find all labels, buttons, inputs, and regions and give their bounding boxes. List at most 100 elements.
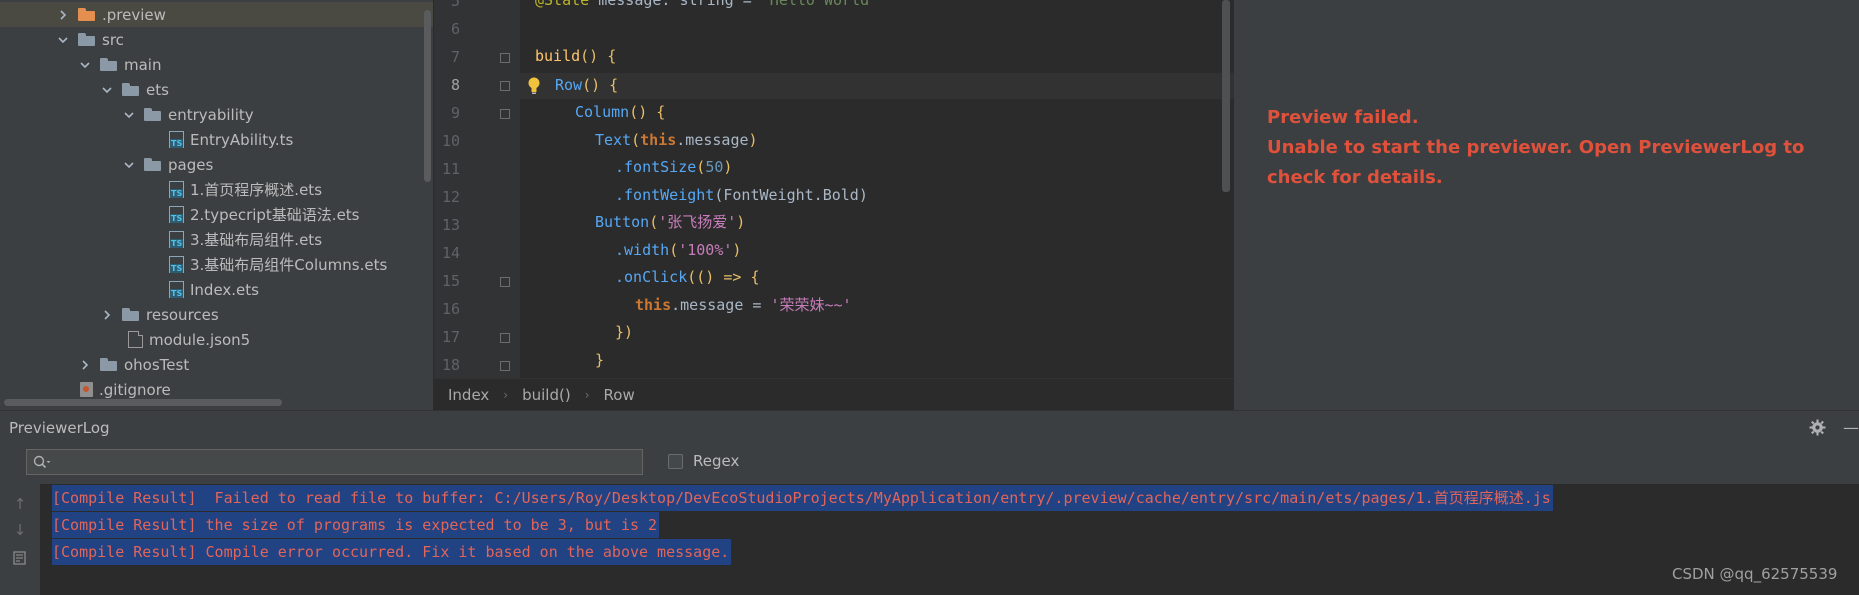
tree-item-entryability-ts[interactable]: TS EntryAbility.ts — [0, 127, 433, 152]
chevron-down-icon[interactable] — [122, 158, 136, 172]
code-token: .message — [676, 131, 749, 149]
code-token: (FontWeight.Bold) — [714, 186, 868, 204]
tree-item-preview[interactable]: .preview — [0, 2, 433, 27]
fold-marker-icon[interactable] — [500, 277, 510, 287]
code-line-13: Button('张飞扬爱') — [595, 210, 745, 235]
lightbulb-icon[interactable] — [527, 77, 541, 95]
tree-item-label: EntryAbility.ts — [190, 130, 294, 149]
log-line[interactable]: [Compile Result] the size of programs is… — [52, 512, 660, 538]
code-editor[interactable]: 5 6 7 8 9 10 11 12 13 14 15 16 17 18 @St… — [434, 0, 1234, 378]
code-line-16: this.message = '荣荣妹~~' — [635, 293, 852, 318]
folder-icon — [122, 83, 139, 96]
code-token: 'Hello World' — [760, 0, 879, 9]
tree-item-label: ohosTest — [124, 355, 190, 374]
minimize-icon[interactable]: — — [1843, 419, 1859, 436]
tree-item-label: 2.typecript基础语法.ets — [190, 206, 360, 224]
tree-item-resources[interactable]: resources — [0, 302, 433, 327]
log-output[interactable]: [Compile Result] Failed to read file to … — [40, 484, 1859, 595]
tree-item-label: module.json5 — [149, 330, 251, 349]
chevron-down-icon[interactable] — [100, 83, 114, 97]
tree-item-entryability[interactable]: entryability — [0, 102, 433, 127]
editor-scrollbar[interactable] — [1222, 0, 1230, 192]
fold-marker-icon[interactable] — [500, 333, 510, 343]
folder-icon — [144, 158, 161, 171]
tree-horizontal-scrollbar[interactable] — [4, 399, 282, 406]
chevron-right-icon[interactable] — [78, 358, 92, 372]
log-search-box[interactable] — [26, 449, 643, 475]
arrow-down-icon[interactable]: ↓ — [12, 522, 28, 538]
code-token: Text — [595, 131, 632, 149]
breadcrumb-item[interactable]: Row — [604, 386, 635, 404]
breadcrumb-item[interactable]: build() — [522, 386, 571, 404]
tree-item-label: Index.ets — [190, 280, 259, 299]
fold-marker-icon[interactable] — [500, 81, 510, 91]
line-number: 15 — [441, 272, 460, 290]
tree-item-page-3-columns[interactable]: TS 3.基础布局组件Columns.ets — [0, 252, 433, 277]
panel-title: PreviewerLog — [9, 419, 110, 437]
folder-icon — [78, 8, 95, 21]
line-number: 13 — [441, 216, 460, 234]
code-line-7: build() { — [535, 44, 616, 69]
preview-error-message: Preview failed. Unable to start the prev… — [1267, 103, 1827, 193]
code-line-17: }) — [615, 320, 633, 345]
code-line-11: .fontSize(50) — [615, 155, 732, 180]
breadcrumb: Index › build() › Row — [434, 378, 1234, 411]
preview-error-title: Preview failed. — [1267, 107, 1419, 128]
fold-marker-icon[interactable] — [500, 53, 510, 63]
code-token: '100%' — [678, 241, 733, 259]
tree-item-main[interactable]: main — [0, 52, 433, 77]
tree-item-label: 3.基础布局组件.ets — [190, 231, 323, 249]
line-number: 14 — [441, 244, 460, 262]
project-tree: .preview src main ets entryability TS En… — [0, 0, 433, 410]
tree-item-ohostest[interactable]: ohosTest — [0, 352, 433, 377]
fold-marker-icon[interactable] — [500, 361, 510, 371]
search-icon[interactable] — [33, 455, 51, 470]
log-search-input[interactable] — [57, 452, 641, 474]
tree-item-label: ets — [146, 80, 169, 99]
previewer-log-panel: PreviewerLog — Regex ↑ ↓ [Compile Result… — [0, 410, 1859, 595]
line-number: 10 — [441, 132, 460, 150]
regex-checkbox[interactable] — [668, 454, 683, 469]
code-line-14: .width('100%') — [615, 238, 741, 263]
code-token: ) — [736, 213, 746, 231]
tree-item-module-json5[interactable]: module.json5 — [0, 327, 433, 352]
code-token: .fontSize — [615, 158, 697, 176]
tree-item-src[interactable]: src — [0, 27, 433, 52]
tree-vertical-scrollbar[interactable] — [424, 10, 431, 182]
typescript-file-icon: TS — [169, 231, 184, 248]
code-token: () { — [629, 103, 666, 121]
breadcrumb-item[interactable]: Index — [448, 386, 489, 404]
code-token: '张飞扬爱' — [658, 213, 737, 231]
line-number: 17 — [441, 328, 460, 346]
chevron-down-icon[interactable] — [122, 108, 136, 122]
previewer-panel: Preview failed. Unable to start the prev… — [1234, 0, 1859, 410]
log-line[interactable]: [Compile Result] Compile error occurred.… — [52, 539, 732, 565]
soft-wrap-icon[interactable] — [12, 550, 28, 566]
code-token: this — [640, 131, 677, 149]
code-line-8: Row() { — [555, 73, 618, 98]
code-token: 50 — [705, 158, 724, 176]
arrow-up-icon[interactable]: ↑ — [12, 496, 28, 512]
tree-item-index[interactable]: TS Index.ets — [0, 277, 433, 302]
chevron-right-icon[interactable] — [100, 308, 114, 322]
code-token: ( — [669, 241, 679, 259]
tree-item-pages[interactable]: pages — [0, 152, 433, 177]
fold-marker-icon[interactable] — [500, 109, 510, 119]
log-line[interactable]: [Compile Result] Failed to read file to … — [52, 485, 1553, 511]
chevron-down-icon[interactable] — [56, 33, 70, 47]
code-token: @State — [535, 0, 590, 9]
tree-item-ets[interactable]: ets — [0, 77, 433, 102]
chevron-down-icon[interactable] — [78, 58, 92, 72]
tree-item-label: 1.首页程序概述.ets — [190, 181, 323, 199]
tree-item-page-3[interactable]: TS 3.基础布局组件.ets — [0, 227, 433, 252]
folder-icon — [122, 308, 139, 321]
code-token: (() => { — [687, 268, 760, 286]
code-token: }) — [615, 323, 634, 341]
typescript-file-icon: TS — [169, 281, 184, 298]
gear-icon[interactable] — [1809, 419, 1826, 436]
tree-item-page-2[interactable]: TS 2.typecript基础语法.ets — [0, 202, 433, 227]
tree-item-page-1[interactable]: TS 1.首页程序概述.ets — [0, 177, 433, 202]
code-token: ) — [748, 131, 758, 149]
code-token: .fontWeight — [615, 186, 715, 204]
chevron-right-icon[interactable] — [56, 8, 70, 22]
